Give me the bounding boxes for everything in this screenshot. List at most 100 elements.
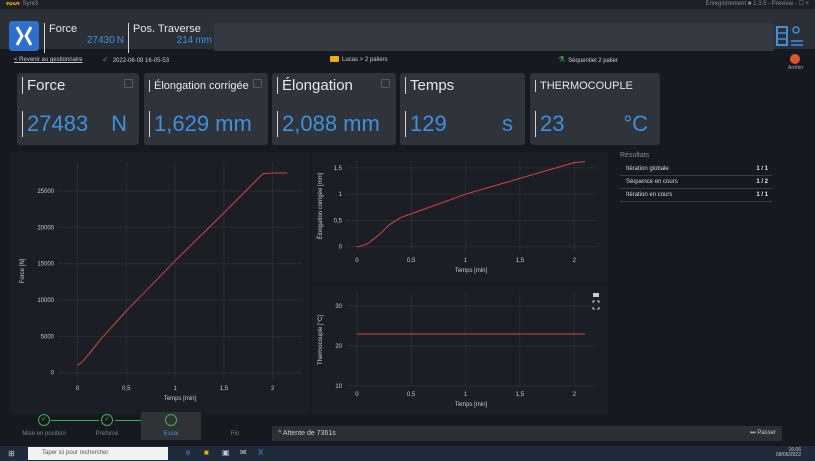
results-panel: Résultats Itération globale 1 / 1 Séquenc… [620,152,772,202]
back-to-manager-link[interactable]: < Revenir au gestionnaire [14,52,83,68]
y-axis-label: Élongation corrigée [mm] [317,172,324,239]
x-tick-label: 0 [76,386,80,392]
channel-bar: Force 27430 N Pos. Traverse 214 mm [0,9,815,53]
edge-icon[interactable]: e [186,448,190,457]
step-preforce[interactable]: ✓ Preforce [77,412,137,437]
window-titlebar: ᔓᔕ Synt3 Enregistrement ■ 1.3.5 - Preview… [0,0,815,9]
chart-tools-icon[interactable] [592,292,600,314]
channel-placeholder [214,23,774,51]
step-circle-icon [229,414,241,426]
x-tick-label: 1,5 [516,258,525,264]
card-unit: °C [623,111,648,136]
force-chart[interactable]: 0 0,5 1 1,5 2 0 5000 10000 15000 20000 25000 Temps … [10,152,310,414]
y-tick-label: 0 [339,245,343,251]
x-tick-label: 1,5 [516,392,525,398]
step-test[interactable]: Essai [141,412,201,440]
app-taskbar-icon[interactable]: X [258,448,263,457]
x-tick-label: 0 [355,392,359,398]
expand-icon[interactable] [124,79,133,88]
y-axis-label: Thermocouple [°C] [318,315,324,365]
check-icon: ✓ [102,55,109,64]
result-row: Séquence en cours 1 / 2 [620,176,772,189]
x-tick-label: 1 [464,392,468,398]
os-taskbar: ⊞ Taper ici pour rechercher e ■ ▣ ✉ X 16… [0,446,815,461]
card-title: Élongation corrigée [149,80,249,92]
test-datetime: ✓ 2022-06-09 16-05-53 [102,55,170,64]
card-elongation: Élongation 2,088 mm [272,73,396,145]
x-tick-label: 1 [464,258,468,264]
store-icon[interactable]: ▣ [222,448,230,457]
y-tick-label: 0,5 [334,218,343,224]
mail-icon[interactable]: ✉ [240,448,247,457]
y-tick-label: 20000 [37,225,54,231]
channel-force[interactable]: Force 27430 N [44,23,124,53]
expand-icon[interactable] [381,79,390,88]
system-tray[interactable]: 16:06 09/06/2022 [776,448,801,458]
x-tick-label: 1,5 [220,386,229,392]
step-circle-icon [165,414,177,426]
card-value: 27483 [22,111,88,137]
y-tick-label: 10 [335,384,342,390]
thermocouple-chart-panel: 0 0,5 1 1,5 2 10 20 30 Temps [min] Thermocouple [… [312,286,608,414]
y-tick-label: 15000 [37,262,54,268]
card-force: Force 27483 N [17,73,139,145]
skip-button[interactable]: ⏭ Passer [750,426,776,441]
channel-traverse-label: Pos. Traverse [133,23,201,35]
wait-status-bar[interactable]: ^ Attente de 7361s ⏭ Passer [272,426,782,441]
file-explorer-icon[interactable]: ■ [204,448,209,457]
sequence-name[interactable]: ⚗ Séquentiel 2 palier [558,52,618,69]
card-value: 2,088 mm [277,111,380,137]
y-tick-label: 5000 [41,334,55,340]
y-tick-label: 25000 [37,189,54,195]
x-tick-label: 0 [355,258,359,264]
x-tick-label: 2 [573,392,577,398]
y-tick-label: 20 [335,344,342,350]
x-tick-label: 2 [271,386,275,392]
channel-traverse-value: 214 mm [176,35,212,46]
x-tick-label: 0,5 [407,392,416,398]
series-line [356,161,586,248]
result-row: Itération globale 1 / 1 [620,163,772,176]
test-info-bar: < Revenir au gestionnaire ✓ 2022-06-09 16… [0,52,815,68]
card-unit: N [111,111,127,136]
card-value: 23 [535,111,564,137]
layout-settings-icon[interactable] [775,21,805,51]
card-title: THERMOCOUPLE [535,80,633,92]
check-icon: ✓ [38,414,50,426]
app-logo-icon: ᔓᔕ [6,1,20,7]
x-axis-label: Temps [min] [455,268,488,274]
step-positioning[interactable]: ✓ Mise en position [14,412,74,437]
y-tick-label: 1,5 [334,166,343,172]
channel-traverse[interactable]: Pos. Traverse 214 mm [128,23,212,53]
x-axis-label: Temps [min] [164,396,197,402]
card-time: Temps 129 s [400,73,525,145]
channel-force-label: Force [49,23,78,35]
card-value: 1,629 mm [149,111,252,137]
test-folder[interactable]: Lucas > 2 paliers [330,52,388,68]
elongation-chart[interactable]: 0 0,5 1 1,5 2 0 0,5 1 1,5 Temps [min] Élongation c… [312,152,608,282]
test-steps: ✓ Mise en position ✓ Preforce Essai Fin [0,412,270,442]
x-logo-icon[interactable] [9,21,39,51]
elongation-chart-panel: 0 0,5 1 1,5 2 0 0,5 1 1,5 Temps [min] Élongation c… [312,152,608,282]
card-thermocouple: THERMOCOUPLE 23 °C [530,73,660,145]
x-tick-label: 0,5 [122,386,131,392]
y-tick-label: 0 [51,371,55,377]
taskbar-search[interactable]: Taper ici pour rechercher [28,447,168,460]
card-title: Force [22,77,65,94]
thermocouple-chart[interactable]: 0 0,5 1 1,5 2 10 20 30 Temps [min] Thermocouple [… [312,286,608,414]
card-value: 129 [405,111,447,137]
window-controls[interactable]: Enregistrement ■ 1.3.5 - Preview - ☐ × [705,0,809,9]
windows-start-icon[interactable]: ⊞ [8,449,15,458]
x-tick-label: 2 [573,258,577,264]
force-chart-panel: 0 0,5 1 1,5 2 0 5000 10000 15000 20000 25000 Temps … [10,152,310,414]
stop-button[interactable] [790,54,800,64]
y-tick-label: 1 [339,192,343,198]
step-end[interactable]: Fin [205,412,265,437]
result-row: Itération en cours 1 / 1 [620,189,772,202]
expand-icon[interactable] [253,79,262,88]
card-unit: s [502,111,513,136]
y-axis-label: Force [N] [20,258,26,283]
y-tick-label: 30 [335,304,342,310]
x-tick-label: 1 [173,386,177,392]
y-tick-label: 10000 [37,298,54,304]
